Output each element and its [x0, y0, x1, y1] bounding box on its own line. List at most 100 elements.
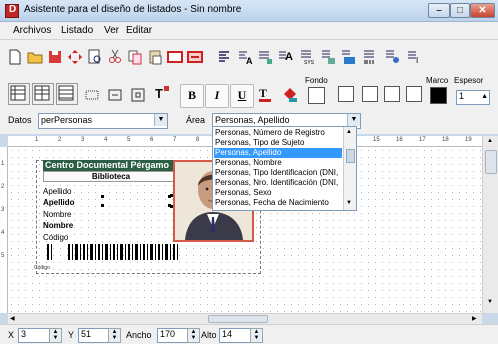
list-item[interactable]: Personas, Fecha de Nacimiento — [214, 198, 342, 208]
scroll-down-icon[interactable]: ▼ — [487, 299, 493, 305]
scroll-left-icon[interactable]: ◀ — [10, 315, 15, 322]
horizontal-scrollbar[interactable]: ◀ ▶ — [8, 313, 482, 324]
field-box-icon[interactable] — [105, 85, 125, 105]
list-item[interactable]: Personas, Número de Registro — [214, 128, 342, 138]
ancho-label: Ancho — [126, 330, 152, 340]
list-item[interactable]: Personas, Nro. Identificación (DNI, — [214, 178, 342, 188]
nombre-field[interactable]: Nombre — [43, 221, 73, 230]
text-tool-icon[interactable]: T — [152, 83, 176, 107]
area-dropdown-list[interactable]: Personas, Número de Registro Personas, T… — [212, 126, 357, 211]
menu-editar[interactable]: Editar — [126, 25, 152, 36]
ancho-stepper[interactable]: ▲ ▼ — [187, 328, 200, 343]
close-button[interactable]: ✕ — [470, 3, 495, 18]
apellido-label[interactable]: Apellido — [43, 187, 71, 196]
x-stepper[interactable]: ▲ ▼ — [49, 328, 62, 343]
ancho-input[interactable]: 170 — [157, 328, 189, 343]
border-box-icon[interactable] — [362, 86, 378, 102]
chevron-down-icon[interactable]: ▼ — [347, 114, 360, 126]
copy-icon[interactable] — [125, 47, 145, 67]
preview-icon[interactable] — [85, 47, 105, 67]
scroll-up-icon[interactable]: ▲ — [487, 138, 493, 144]
cut-icon[interactable] — [105, 47, 125, 67]
minimize-button[interactable]: – — [428, 3, 450, 18]
list-item[interactable]: Personas, Tipo de Sujeto — [214, 138, 342, 148]
resize-handle[interactable] — [170, 205, 173, 208]
alto-stepper[interactable]: ▲ ▼ — [250, 328, 263, 343]
font-size-icon[interactable]: A — [275, 47, 295, 67]
maximize-button[interactable]: □ — [450, 3, 470, 18]
nombre-label[interactable]: Nombre — [43, 210, 71, 219]
bold-button[interactable]: B — [180, 84, 204, 108]
align-left-icon[interactable] — [215, 47, 235, 67]
border-none-icon[interactable] — [338, 86, 354, 102]
apellido-field[interactable]: Apellido — [43, 198, 75, 207]
dotted-box-icon[interactable] — [82, 85, 102, 105]
scroll-right-icon[interactable]: ▶ — [472, 315, 477, 322]
y-stepper[interactable]: ▲ ▼ — [108, 328, 121, 343]
new-document-icon[interactable] — [5, 47, 25, 67]
list-layout-icon[interactable] — [56, 83, 78, 105]
list-item[interactable]: Personas, Nombre — [214, 158, 342, 168]
datos-label: Datos — [8, 115, 32, 125]
picture-icon[interactable] — [338, 47, 358, 67]
text-color-icon[interactable]: T — [256, 84, 280, 108]
codigo-label[interactable]: Código — [43, 233, 68, 242]
scroll-down-icon[interactable]: ▼ — [346, 200, 352, 206]
menu-archivos[interactable]: Archivos — [13, 25, 51, 36]
underline-button[interactable]: U — [230, 84, 254, 108]
user-field-icon[interactable] — [382, 47, 402, 67]
card-title[interactable]: Centro Documental Pérgamo — [43, 160, 179, 171]
open-folder-icon[interactable] — [25, 47, 45, 67]
x-input[interactable]: 3 — [18, 328, 50, 343]
y-input[interactable]: 51 — [78, 328, 110, 343]
scroll-thumb[interactable] — [208, 315, 268, 323]
system-field-icon[interactable]: SYS — [297, 47, 317, 67]
grid-layout-icon[interactable] — [8, 83, 30, 105]
frame-color-swatch[interactable] — [430, 87, 447, 104]
svg-text:T: T — [155, 86, 163, 101]
menu-ver[interactable]: Ver — [104, 25, 119, 36]
chevron-down-icon[interactable]: ▼ — [154, 114, 167, 126]
image-field-icon[interactable] — [318, 47, 338, 67]
save-icon[interactable] — [45, 47, 65, 67]
list-item[interactable]: Personas, Sexo — [214, 188, 342, 198]
scroll-thumb[interactable] — [346, 149, 355, 163]
paint-bucket-icon[interactable] — [280, 84, 304, 108]
scroll-up-icon[interactable]: ▲ — [346, 129, 352, 135]
scroll-thumb[interactable] — [485, 150, 497, 174]
move-icon[interactable] — [65, 47, 85, 67]
svg-text:T: T — [259, 86, 267, 100]
alto-input[interactable]: 14 — [219, 328, 251, 343]
border-all-icon[interactable] — [406, 86, 422, 102]
datos-select[interactable]: perPersonas ▼ — [38, 113, 168, 129]
list-item[interactable]: Personas, Tipo Identificacion (DNI, — [214, 168, 342, 178]
delete-field-icon[interactable] — [185, 47, 205, 67]
window-title: Asistente para el diseño de listados - S… — [24, 4, 242, 15]
text-cursor-icon[interactable]: I — [404, 47, 424, 67]
menu-bar: Archivos Listado Ver Editar — [0, 22, 498, 40]
border-frame-icon[interactable] — [384, 86, 400, 102]
list-item-selected[interactable]: Personas, Apellido — [214, 148, 342, 158]
insert-field-icon[interactable] — [165, 47, 185, 67]
frame-box-icon[interactable] — [128, 85, 148, 105]
vertical-scrollbar[interactable]: ▲ ▼ — [482, 136, 498, 313]
dropdown-scrollbar[interactable]: ▲ ▼ — [343, 127, 356, 210]
resize-handle[interactable] — [101, 204, 104, 207]
card-subtitle[interactable]: Biblioteca — [43, 171, 179, 182]
font-a-icon[interactable]: A — [235, 47, 255, 67]
table-layout-icon[interactable] — [32, 83, 54, 105]
barcode-field-icon[interactable] — [360, 47, 380, 67]
paste-icon[interactable] — [145, 47, 165, 67]
y-label: Y — [68, 330, 75, 340]
resize-handle[interactable] — [170, 194, 173, 197]
resize-handle[interactable] — [101, 195, 104, 198]
barcode-image[interactable] — [43, 244, 181, 266]
background-color-swatch[interactable] — [308, 87, 325, 104]
espesor-stepper[interactable]: 1 ▲ — [456, 90, 490, 105]
italic-button[interactable]: I — [205, 84, 229, 108]
text-format-icon[interactable] — [255, 47, 275, 67]
alto-label: Alto — [201, 330, 217, 340]
marco-label: Marco — [426, 76, 449, 85]
app-icon: D — [5, 4, 19, 18]
menu-listado[interactable]: Listado — [61, 25, 93, 36]
